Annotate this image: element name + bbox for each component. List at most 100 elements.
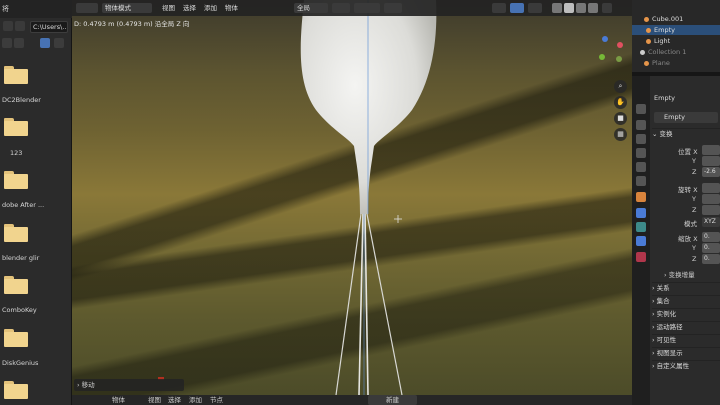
- motion-paths-section[interactable]: › 运动路径: [652, 321, 720, 332]
- gizmo-z-icon[interactable]: [602, 36, 608, 42]
- outliner-panel: Cube.001 Empty Light Collection 1 Plane: [632, 0, 720, 72]
- path-field[interactable]: C:\Users\...: [30, 21, 68, 33]
- scale-z-label: Z: [692, 255, 697, 263]
- scale-x-field[interactable]: 0.: [702, 232, 720, 242]
- folder-label: DC2Blender: [2, 96, 41, 104]
- properties-content: Empty Empty ⌄ 变换 位置 X Y Z -2.6 旋转 X Y Z …: [652, 76, 720, 405]
- delta-transform-section[interactable]: › 变换增量: [664, 269, 695, 279]
- world-tab-icon[interactable]: [636, 176, 646, 186]
- menu-view[interactable]: 视图: [162, 3, 175, 13]
- bottom-menu-node[interactable]: 节点: [210, 395, 223, 405]
- location-z-field[interactable]: -2.6: [702, 167, 720, 177]
- shading-render-icon[interactable]: [588, 3, 598, 13]
- tool-tab-icon[interactable]: [636, 104, 646, 114]
- transform-status-text: D: 0.4793 m (0.4793 m) 沿全局 Z 向: [74, 20, 190, 28]
- folder-icon[interactable]: [4, 329, 28, 347]
- folder-label: 123: [10, 149, 23, 157]
- outliner-item-selected[interactable]: Empty: [632, 25, 720, 35]
- outliner-item[interactable]: Plane: [632, 58, 720, 68]
- zoom-icon[interactable]: ⌕: [614, 80, 627, 93]
- folder-icon[interactable]: [4, 381, 28, 399]
- navigation-gizmo[interactable]: [597, 34, 627, 64]
- overlay-icon[interactable]: [528, 3, 542, 13]
- rotation-x-field[interactable]: [702, 183, 720, 193]
- bottom-menu-select[interactable]: 选择: [168, 395, 181, 405]
- object-name-field[interactable]: Empty: [654, 112, 718, 123]
- shading-material-icon[interactable]: [576, 3, 586, 13]
- pivot-icon[interactable]: [332, 3, 350, 13]
- scale-z-field[interactable]: 0.: [702, 254, 720, 264]
- modifier-tab-icon[interactable]: [636, 208, 646, 218]
- menu-select[interactable]: 选择: [183, 3, 196, 13]
- proportional-edit-icon[interactable]: [384, 3, 402, 13]
- bottom-menu-view[interactable]: 视图: [148, 395, 161, 405]
- rotation-y-field[interactable]: [702, 194, 720, 204]
- relations-section[interactable]: › 关系: [652, 282, 720, 293]
- snap-icon[interactable]: [354, 3, 380, 13]
- transform-section[interactable]: ⌄ 变换: [652, 128, 720, 139]
- folder-icon[interactable]: [4, 66, 28, 84]
- rotation-z-field[interactable]: [702, 205, 720, 215]
- custom-properties-section[interactable]: › 自定义属性: [652, 360, 720, 371]
- back-icon[interactable]: [3, 21, 13, 31]
- new-button[interactable]: 新建: [368, 395, 417, 405]
- pan-hand-icon[interactable]: ✋: [614, 96, 627, 109]
- collections-section[interactable]: › 集合: [652, 295, 720, 306]
- shading-options-icon[interactable]: [602, 3, 612, 13]
- properties-panel: Empty Empty ⌄ 变换 位置 X Y Z -2.6 旋转 X Y Z …: [632, 76, 720, 405]
- location-x-field[interactable]: [702, 145, 720, 155]
- output-tab-icon[interactable]: [636, 134, 646, 144]
- location-y-field[interactable]: [702, 156, 720, 166]
- object-icon: [644, 16, 649, 22]
- visibility-icon[interactable]: [492, 3, 506, 13]
- file-browser-panel: 将 C:\Users\... DC2Blender 123 dobe After…: [0, 0, 72, 405]
- light-icon: [646, 38, 651, 44]
- gizmo-toggle-icon[interactable]: [510, 3, 524, 13]
- object-icon: [644, 60, 649, 66]
- texture-tab-icon[interactable]: [636, 252, 646, 262]
- bottom-menu-add[interactable]: 添加: [189, 395, 202, 405]
- rotation-mode-label: 模式: [684, 220, 697, 228]
- menu-add[interactable]: 添加: [204, 3, 217, 13]
- folder-icon[interactable]: [4, 118, 28, 136]
- folder-icon[interactable]: [4, 276, 28, 294]
- last-operator-panel[interactable]: › 移动: [74, 379, 184, 391]
- editor-type-icon[interactable]: [76, 3, 98, 13]
- gizmo-x-icon[interactable]: [617, 42, 623, 48]
- outliner-item[interactable]: Collection 1: [632, 47, 720, 57]
- gizmo-y-icon[interactable]: [599, 54, 605, 60]
- camera-icon[interactable]: ■: [614, 112, 627, 125]
- forward-icon[interactable]: [15, 21, 25, 31]
- viewport-display-section[interactable]: › 视图显示: [652, 347, 720, 358]
- scene-tab-icon[interactable]: [636, 162, 646, 172]
- scale-y-field[interactable]: 0.: [702, 243, 720, 253]
- constraint-tab-icon[interactable]: [636, 236, 646, 246]
- node-editor-header: 物体 视图 选择 添加 节点 新建: [72, 395, 632, 405]
- filter-options-icon[interactable]: [54, 38, 64, 48]
- rotation-mode-dropdown[interactable]: XYZ: [702, 217, 720, 227]
- 3d-viewport[interactable]: 物体模式 视图 选择 添加 物体 全局 D: 0.4793 m (0.4793 …: [72, 0, 632, 405]
- grid-icon[interactable]: ▦: [614, 128, 627, 141]
- folder-icon[interactable]: [4, 171, 28, 189]
- object-tab-icon[interactable]: [636, 192, 646, 202]
- rotation-z-label: Z: [692, 206, 697, 214]
- outliner-item[interactable]: Cube.001: [632, 14, 720, 24]
- mode-dropdown[interactable]: 物体模式: [102, 3, 152, 13]
- folder-icon[interactable]: [4, 224, 28, 242]
- outliner-item[interactable]: Light: [632, 36, 720, 46]
- filter-icon[interactable]: [40, 38, 50, 48]
- physics-tab-icon[interactable]: [636, 222, 646, 232]
- view-mode-icon[interactable]: [2, 38, 12, 48]
- visibility-section[interactable]: › 可见性: [652, 334, 720, 345]
- shading-solid-icon[interactable]: [564, 3, 574, 13]
- view-layer-tab-icon[interactable]: [636, 148, 646, 158]
- menu-object[interactable]: 物体: [225, 3, 238, 13]
- render-tab-icon[interactable]: [636, 120, 646, 130]
- folder-label: dobe After ...: [2, 201, 45, 209]
- thumbnail-size-icon[interactable]: [14, 38, 24, 48]
- bottom-mode-dropdown[interactable]: 物体: [112, 395, 125, 405]
- shading-wire-icon[interactable]: [552, 3, 562, 13]
- gizmo-neg-y-icon[interactable]: [616, 56, 622, 62]
- transform-orientation-dropdown[interactable]: 全局: [294, 3, 328, 13]
- instancing-section[interactable]: › 实例化: [652, 308, 720, 319]
